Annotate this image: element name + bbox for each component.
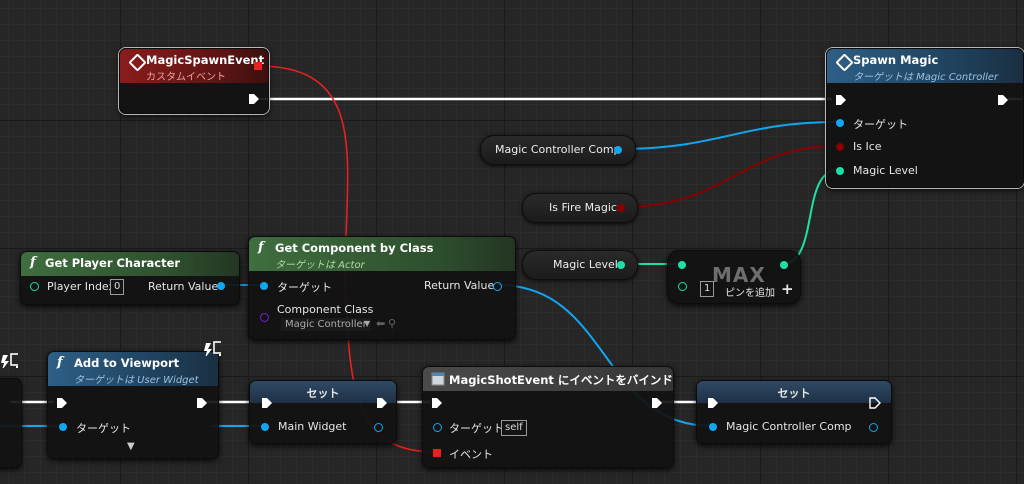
- return-value-output-pin[interactable]: [217, 282, 225, 290]
- event-input-pin[interactable]: [433, 449, 441, 457]
- node-subtitle: カスタムイベント: [146, 72, 226, 83]
- magic-spawn-event-node[interactable]: MagicSpawnEvent カスタムイベント: [119, 48, 269, 114]
- browse-arrow-icon[interactable]: ⬅: [376, 317, 385, 330]
- magic-controller-comp-label: Magic Controller Comp: [726, 420, 852, 433]
- node-header: セット: [697, 381, 891, 403]
- main-widget-input-pin[interactable]: [261, 423, 269, 431]
- is-ice-pin-label: Is Ice: [853, 140, 882, 153]
- magic-controller-comp-variable[interactable]: Magic Controller Comp: [480, 135, 636, 165]
- main-widget-label: Main Widget: [278, 420, 347, 433]
- target-pin-label: ターゲット: [449, 422, 504, 435]
- return-value-label: Return Value: [424, 279, 495, 292]
- return-value-label: Return Value: [148, 280, 219, 293]
- node-subtitle: ターゲットは User Widget: [74, 375, 199, 386]
- variable-label: Magic Level: [553, 258, 618, 271]
- expand-arrow-icon[interactable]: ▼: [127, 441, 135, 452]
- search-icon[interactable]: ⚲: [388, 317, 396, 330]
- diamond-icon: [128, 53, 147, 72]
- magic-controller-comp-output-pin[interactable]: [869, 423, 878, 432]
- node-header: f Add to Viewport ターゲットは User Widget: [48, 352, 218, 386]
- node-title: Get Component by Class: [275, 241, 434, 255]
- dropdown-chevron-icon[interactable]: ▼: [364, 319, 370, 328]
- variable-output-pin[interactable]: [614, 146, 622, 154]
- max-input-pin-b[interactable]: [678, 282, 687, 291]
- node-title: Add to Viewport: [74, 356, 180, 370]
- widget-icon: [431, 372, 445, 386]
- max-node[interactable]: MAX 1 ピンを追加 +: [667, 250, 801, 304]
- add-pin-icon[interactable]: +: [781, 280, 794, 298]
- target-input-pin[interactable]: [260, 282, 268, 290]
- node-title: MagicSpawnEvent: [146, 53, 265, 67]
- player-index-label: Player Index: [47, 280, 116, 293]
- target-pin-label: ターゲット: [76, 422, 131, 435]
- max-input-value[interactable]: 1: [700, 281, 715, 297]
- get-component-by-class-node[interactable]: f Get Component by Class ターゲットは Actor ター…: [248, 236, 516, 340]
- add-pin-label[interactable]: ピンを追加: [725, 284, 775, 299]
- event-pin-label: イベント: [449, 448, 493, 461]
- is-ice-input-pin[interactable]: [836, 143, 844, 151]
- variable-label: Is Fire Magic: [549, 201, 617, 214]
- function-icon: f: [57, 355, 63, 370]
- component-class-label: Component Class: [277, 303, 374, 316]
- component-class-input-pin[interactable]: [260, 313, 269, 322]
- node-header: Spawn Magic ターゲットは Magic Controller: [827, 49, 1023, 83]
- is-fire-magic-variable[interactable]: Is Fire Magic: [522, 193, 638, 223]
- target-input-pin[interactable]: [836, 119, 844, 127]
- node-header: f Get Component by Class ターゲットは Actor: [249, 237, 515, 271]
- bool-wire-fire-to-ice: [619, 145, 839, 208]
- spawn-magic-node[interactable]: Spawn Magic ターゲットは Magic Controller ターゲッ…: [826, 48, 1024, 188]
- node-subtitle: ターゲットは Magic Controller: [853, 72, 999, 83]
- get-player-character-node[interactable]: f Get Player Character Player Index 0 Re…: [20, 251, 240, 305]
- set-main-widget-node[interactable]: セット Main Widget: [249, 380, 397, 444]
- offscreen-left-node[interactable]: [0, 378, 22, 468]
- node-header: MagicSpawnEvent カスタムイベント: [120, 49, 268, 83]
- main-widget-output-pin[interactable]: [374, 423, 383, 432]
- player-index-input-pin[interactable]: [30, 282, 39, 291]
- monitor-icon: [1, 353, 18, 368]
- node-title: Spawn Magic: [853, 53, 939, 67]
- target-input-pin[interactable]: [433, 423, 442, 432]
- magic-level-input-pin[interactable]: [836, 167, 844, 175]
- variable-output-pin[interactable]: [617, 204, 625, 212]
- function-icon: f: [258, 240, 264, 255]
- return-value-output-pin[interactable]: [493, 282, 502, 291]
- max-output-pin[interactable]: [780, 261, 788, 269]
- set-magic-controller-comp-node[interactable]: セット Magic Controller Comp: [696, 380, 892, 444]
- node-title: MagicShotEvent にイベントをバインド: [449, 373, 673, 387]
- object-wire-comp-to-target: [617, 121, 839, 150]
- variable-label: Magic Controller Comp: [495, 143, 621, 156]
- delegate-output-pin[interactable]: [254, 62, 262, 70]
- bind-event-node[interactable]: MagicShotEvent にイベントをバインド ターゲット self イベン…: [422, 366, 674, 468]
- magic-level-pin-label: Magic Level: [853, 164, 918, 177]
- diamond-icon: [835, 53, 854, 72]
- target-pin-label: ターゲット: [853, 118, 908, 131]
- target-input-pin[interactable]: [59, 423, 67, 431]
- node-title: セット: [777, 387, 811, 400]
- function-icon: f: [30, 255, 36, 270]
- monitor-icon: [204, 341, 221, 356]
- magic-level-variable[interactable]: Magic Level: [522, 250, 638, 280]
- magic-controller-comp-input-pin[interactable]: [709, 423, 717, 431]
- node-title: セット: [306, 387, 340, 400]
- target-value-box[interactable]: self: [501, 420, 527, 436]
- node-subtitle: ターゲットは Actor: [275, 260, 365, 271]
- target-pin-label: ターゲット: [277, 281, 332, 294]
- node-header: MagicShotEvent にイベントをバインド: [423, 367, 673, 391]
- node-header: f Get Player Character: [21, 252, 239, 276]
- component-class-dropdown[interactable]: Magic Controller: [281, 318, 371, 331]
- max-input-pin-a[interactable]: [678, 261, 686, 269]
- variable-output-pin[interactable]: [617, 261, 625, 269]
- node-title: Get Player Character: [45, 256, 181, 270]
- add-to-viewport-node[interactable]: f Add to Viewport ターゲットは User Widget ターゲ…: [47, 351, 219, 459]
- player-index-value[interactable]: 0: [110, 279, 125, 295]
